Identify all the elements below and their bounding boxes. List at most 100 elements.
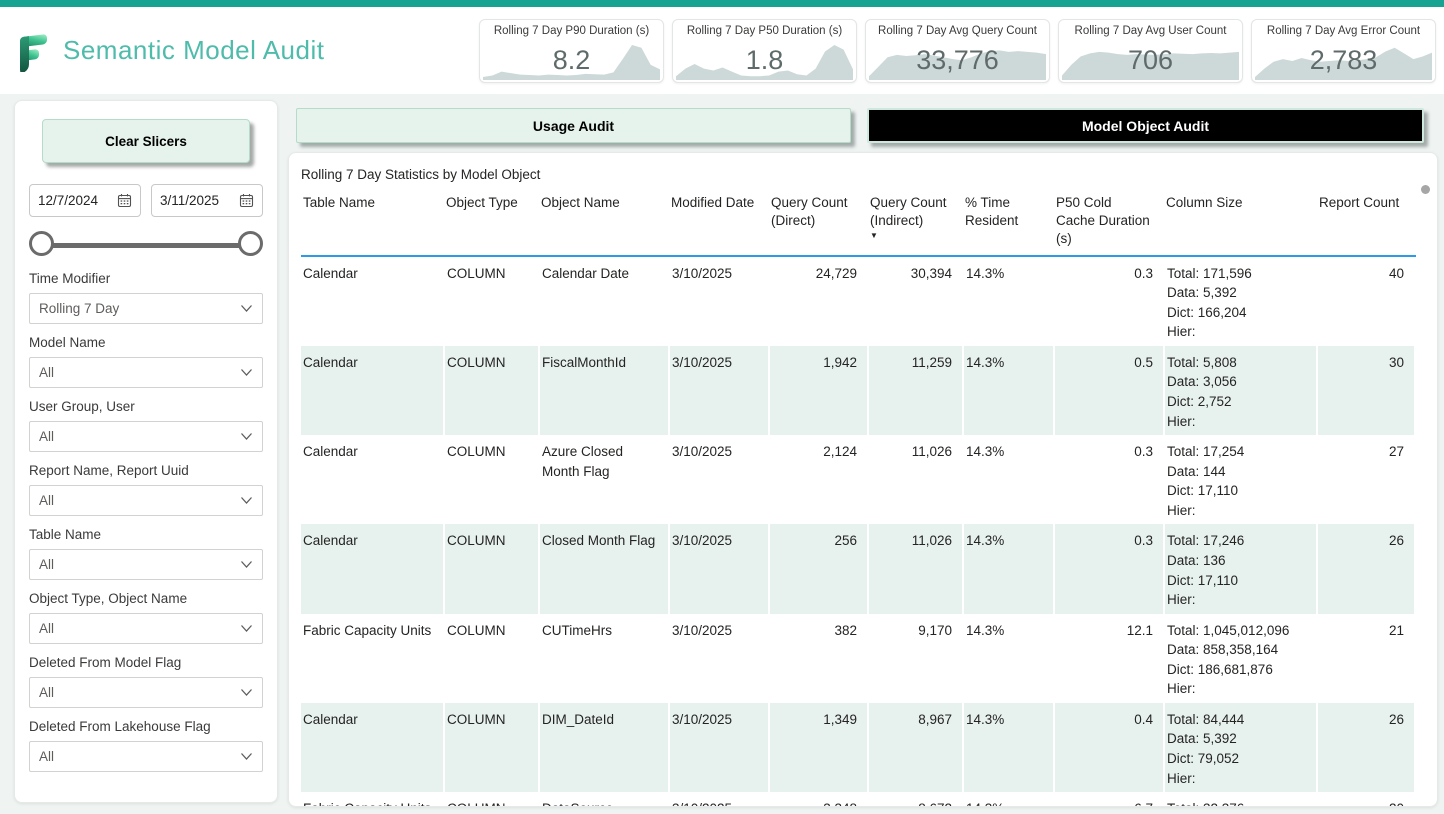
slicer-value: All <box>39 365 54 380</box>
column-header--time-resident[interactable]: % Time Resident <box>963 192 1054 256</box>
cell-query-count-indirect: 11,026 <box>868 435 963 524</box>
table-row[interactable]: CalendarCOLUMNDIM_DateId3/10/20251,3498,… <box>301 703 1415 792</box>
end-date-input[interactable]: 3/11/2025 <box>151 184 263 217</box>
date-range-slider[interactable] <box>32 230 260 260</box>
cell-report-count: 30 <box>1317 346 1415 435</box>
column-header-report-count[interactable]: Report Count <box>1317 192 1415 256</box>
slicer-label: Time Modifier <box>29 271 263 286</box>
cell-query-count-indirect: 8,967 <box>868 703 963 792</box>
slicer-dropdown[interactable]: All <box>29 549 263 580</box>
slicer-dropdown[interactable]: All <box>29 613 263 644</box>
slicer-model-name: Model NameAll <box>29 335 263 388</box>
column-header-object-name[interactable]: Object Name <box>539 192 669 256</box>
tab-usage-audit[interactable]: Usage Audit <box>296 108 851 143</box>
cell-query-count-direct: 1,349 <box>769 703 868 792</box>
table-row[interactable]: Fabric Capacity UnitsCOLUMNDataSource3/1… <box>301 792 1415 807</box>
chevron-down-icon <box>240 624 253 633</box>
cell-report-count: 27 <box>1317 435 1415 524</box>
end-date-value: 3/11/2025 <box>160 193 219 208</box>
cell-object-name: Calendar Date <box>539 256 669 346</box>
cell-object-type: COLUMN <box>444 524 539 613</box>
cell-query-count-direct: 3,348 <box>769 792 868 807</box>
table-row[interactable]: CalendarCOLUMNClosed Month Flag3/10/2025… <box>301 524 1415 613</box>
cell-p50-cold-cache: 0.5 <box>1054 346 1164 435</box>
slicer-deleted-from-model-flag: Deleted From Model FlagAll <box>29 655 263 708</box>
clear-slicers-button[interactable]: Clear Slicers <box>42 119 250 163</box>
app-header: Semantic Model Audit Rolling 7 Day P90 D… <box>0 7 1444 94</box>
cell-object-type: COLUMN <box>444 703 539 792</box>
tab-model-object-audit[interactable]: Model Object Audit <box>867 108 1424 143</box>
main-column: Usage Audit Model Object Audit Rolling 7… <box>288 100 1438 807</box>
cell-pct-time-resident: 14.3% <box>963 703 1054 792</box>
cell-column-size: Total: 17,254Data: 144Dict: 17,110Hier: <box>1164 435 1317 524</box>
stats-table: Table NameObject TypeObject NameModified… <box>301 192 1416 807</box>
slicer-dropdown[interactable]: Rolling 7 Day <box>29 293 263 324</box>
fabric-logo-icon <box>14 30 51 72</box>
table-row[interactable]: Fabric Capacity UnitsCOLUMNCUTimeHrs3/10… <box>301 614 1415 703</box>
chevron-down-icon <box>240 304 253 313</box>
cell-table-name: Calendar <box>301 435 444 524</box>
slicer-value: All <box>39 749 54 764</box>
cell-column-size: Total: 84,444Data: 5,392Dict: 79,052Hier… <box>1164 703 1317 792</box>
kpi-value: 8.2 <box>480 45 663 76</box>
slicer-value: All <box>39 429 54 444</box>
kpi-value: 33,776 <box>866 45 1049 76</box>
start-date-input[interactable]: 12/7/2024 <box>29 184 141 217</box>
slicer-dropdown[interactable]: All <box>29 421 263 452</box>
slicer-deleted-from-lakehouse-flag: Deleted From Lakehouse FlagAll <box>29 719 263 772</box>
slicer-dropdown[interactable]: All <box>29 485 263 516</box>
cell-p50-cold-cache: 0.3 <box>1054 524 1164 613</box>
cell-object-name: DIM_DateId <box>539 703 669 792</box>
cell-p50-cold-cache: 0.4 <box>1054 703 1164 792</box>
slicer-value: All <box>39 557 54 572</box>
cell-report-count: 20 <box>1317 792 1415 807</box>
cell-report-count: 26 <box>1317 524 1415 613</box>
slider-handle-end[interactable] <box>238 231 263 256</box>
cell-report-count: 40 <box>1317 256 1415 346</box>
cell-object-name: CUTimeHrs <box>539 614 669 703</box>
kpi-card: Rolling 7 Day Avg User Count706 <box>1058 19 1243 83</box>
cell-pct-time-resident: 14.3% <box>963 435 1054 524</box>
cell-pct-time-resident: 14.3% <box>963 524 1054 613</box>
tab-bar: Usage Audit Model Object Audit <box>288 100 1438 143</box>
column-header-table-name[interactable]: Table Name <box>301 192 444 256</box>
cell-query-count-indirect: 9,170 <box>868 614 963 703</box>
column-header-column-size[interactable]: Column Size <box>1164 192 1317 256</box>
slicer-value: All <box>39 493 54 508</box>
column-header-p50-cold-cache-duration-s-[interactable]: P50 Cold Cache Duration (s) <box>1054 192 1164 256</box>
scrollbar-thumb[interactable] <box>1421 185 1430 194</box>
column-header-modified-date[interactable]: Modified Date <box>669 192 769 256</box>
cell-modified-date: 3/10/2025 <box>669 256 769 346</box>
start-date-value: 12/7/2024 <box>38 193 98 208</box>
slicer-value: All <box>39 685 54 700</box>
column-header-query-count-direct-[interactable]: Query Count (Direct) <box>769 192 868 256</box>
cell-query-count-indirect: 30,394 <box>868 256 963 346</box>
chevron-down-icon <box>240 560 253 569</box>
date-range-slicer: 12/7/2024 3/11/2025 <box>29 184 263 217</box>
cell-p50-cold-cache: 12.1 <box>1054 614 1164 703</box>
column-header-object-type[interactable]: Object Type <box>444 192 539 256</box>
slider-handle-start[interactable] <box>29 231 54 256</box>
calendar-icon <box>239 193 254 208</box>
cell-column-size: Total: 1,045,012,096Data: 858,358,164Dic… <box>1164 614 1317 703</box>
cell-object-name: FiscalMonthId <box>539 346 669 435</box>
cell-p50-cold-cache: 0.3 <box>1054 256 1164 346</box>
slider-track[interactable] <box>42 243 250 248</box>
slicer-dropdown[interactable]: All <box>29 677 263 708</box>
column-header-query-count-indirect-[interactable]: Query Count (Indirect)▼ <box>868 192 963 256</box>
kpi-card: Rolling 7 Day Avg Error Count2,783 <box>1251 19 1436 83</box>
table-row[interactable]: CalendarCOLUMNCalendar Date3/10/202524,7… <box>301 256 1415 346</box>
accent-bar <box>0 0 1444 7</box>
cell-pct-time-resident: 14.3% <box>963 256 1054 346</box>
slicer-dropdown[interactable]: All <box>29 741 263 772</box>
cell-pct-time-resident: 14.3% <box>963 792 1054 807</box>
sort-descending-icon: ▼ <box>870 231 953 242</box>
kpi-label: Rolling 7 Day P90 Duration (s) <box>480 20 663 37</box>
kpi-card: Rolling 7 Day P90 Duration (s) 8.2 <box>479 19 664 83</box>
table-row[interactable]: CalendarCOLUMNFiscalMonthId3/10/20251,94… <box>301 346 1415 435</box>
chevron-down-icon <box>240 496 253 505</box>
table-row[interactable]: CalendarCOLUMNAzure Closed Month Flag3/1… <box>301 435 1415 524</box>
slicer-dropdown[interactable]: All <box>29 357 263 388</box>
cell-column-size: Total: 17,246Data: 136Dict: 17,110Hier: <box>1164 524 1317 613</box>
cell-object-type: COLUMN <box>444 346 539 435</box>
